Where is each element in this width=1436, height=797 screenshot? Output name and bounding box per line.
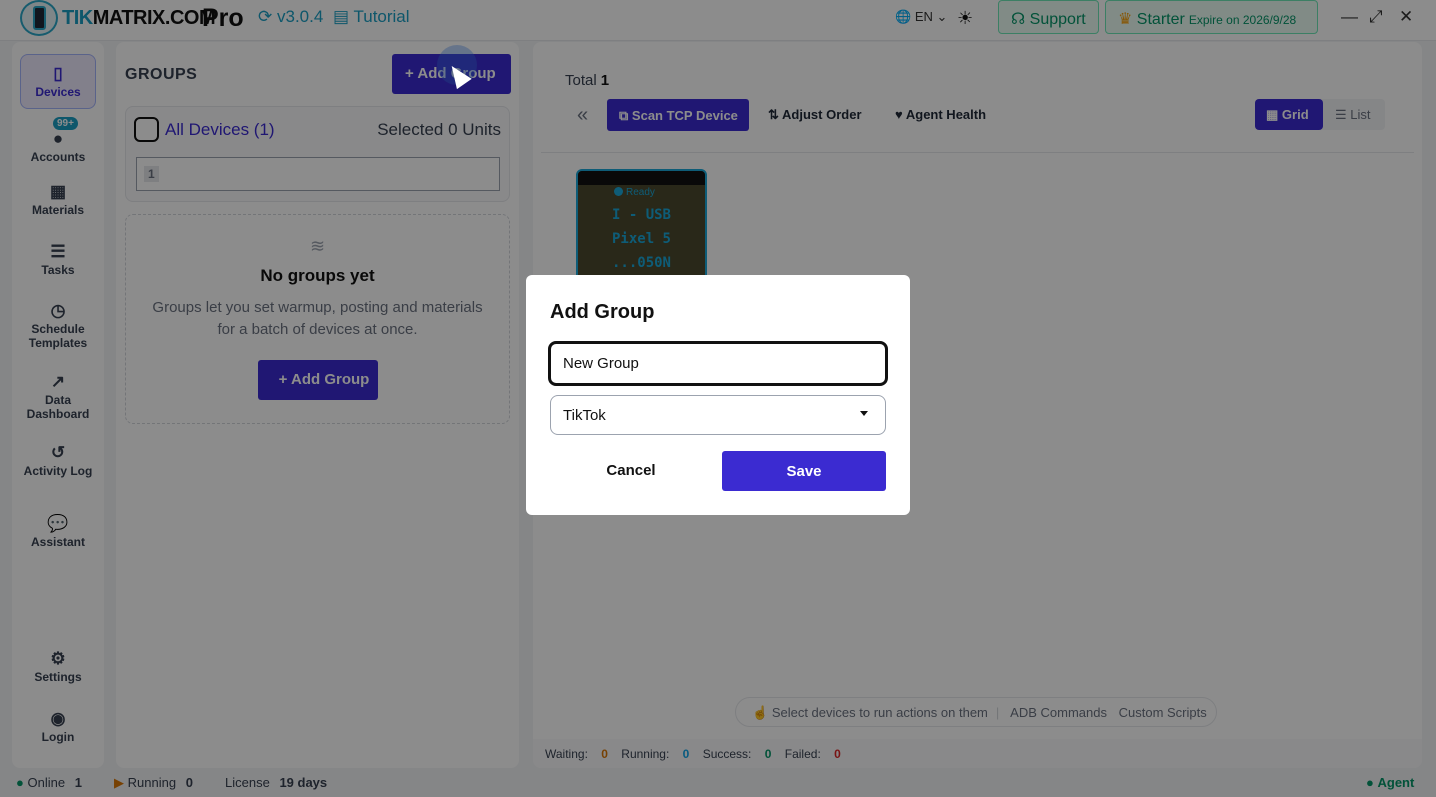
dropdown-caret-icon xyxy=(860,411,868,416)
save-button[interactable]: Save xyxy=(722,451,886,491)
platform-select[interactable]: TikTok xyxy=(550,395,886,435)
cancel-button[interactable]: Cancel xyxy=(582,461,680,491)
dialog-title: Add Group xyxy=(550,301,655,323)
add-group-dialog: Add Group TikTok Cancel Save xyxy=(526,275,910,515)
group-name-input[interactable] xyxy=(548,341,888,386)
